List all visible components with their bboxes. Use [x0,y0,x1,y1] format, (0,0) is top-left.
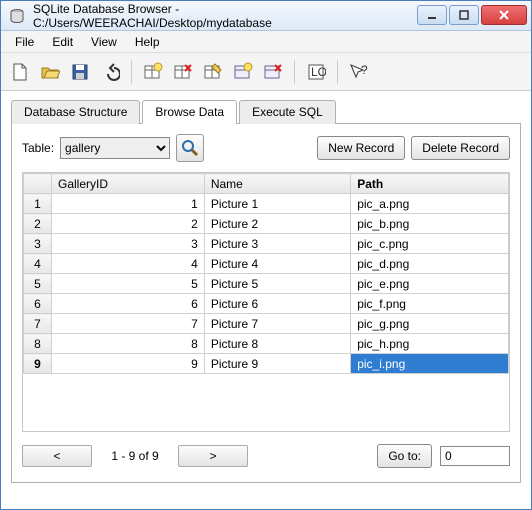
tab-browse[interactable]: Browse Data [142,100,237,124]
table-label: Table: [22,141,54,155]
tab-execute[interactable]: Execute SQL [239,100,336,124]
goto-input[interactable] [440,446,510,466]
open-file-icon[interactable] [37,59,63,85]
menu-edit[interactable]: Edit [44,33,81,51]
cell-path[interactable]: pic_f.png [351,294,509,314]
menu-file[interactable]: File [7,33,42,51]
table-row[interactable]: 22Picture 2pic_b.png [24,214,509,234]
col-name[interactable]: Name [204,174,350,194]
table-row[interactable]: 66Picture 6pic_f.png [24,294,509,314]
toolbar: LOG ? [1,53,531,91]
row-number[interactable]: 8 [24,334,52,354]
cell-name[interactable]: Picture 4 [204,254,350,274]
cell-path[interactable]: pic_e.png [351,274,509,294]
delete-table-icon[interactable] [170,59,196,85]
cell-name[interactable]: Picture 3 [204,234,350,254]
menu-help[interactable]: Help [127,33,168,51]
maximize-button[interactable] [449,5,479,25]
menubar: File Edit View Help [1,31,531,53]
cell-id[interactable]: 9 [52,354,205,374]
table-row[interactable]: 44Picture 4pic_d.png [24,254,509,274]
svg-text:?: ? [361,63,368,77]
cell-name[interactable]: Picture 2 [204,214,350,234]
cell-name[interactable]: Picture 6 [204,294,350,314]
close-button[interactable] [481,5,527,25]
save-icon[interactable] [67,59,93,85]
tab-structure[interactable]: Database Structure [11,100,140,124]
cell-path[interactable]: pic_a.png [351,194,509,214]
cell-name[interactable]: Picture 5 [204,274,350,294]
minimize-button[interactable] [417,5,447,25]
cell-id[interactable]: 8 [52,334,205,354]
cell-id[interactable]: 6 [52,294,205,314]
cell-id[interactable]: 5 [52,274,205,294]
cell-id[interactable]: 2 [52,214,205,234]
menu-view[interactable]: View [83,33,125,51]
row-number[interactable]: 2 [24,214,52,234]
table-row[interactable]: 33Picture 3pic_c.png [24,234,509,254]
table-row[interactable]: 77Picture 7pic_g.png [24,314,509,334]
cell-path[interactable]: pic_b.png [351,214,509,234]
cell-path[interactable]: pic_d.png [351,254,509,274]
create-table-icon[interactable] [140,59,166,85]
whatsthis-icon[interactable]: ? [346,59,372,85]
cell-name[interactable]: Picture 8 [204,334,350,354]
data-grid[interactable]: GalleryID Name Path 11Picture 1pic_a.png… [22,172,510,432]
cell-path[interactable]: pic_i.png [351,354,509,374]
tabs: Database Structure Browse Data Execute S… [11,99,521,124]
goto-button[interactable]: Go to: [377,444,432,468]
new-record-button[interactable]: New Record [317,136,405,160]
new-file-icon[interactable] [7,59,33,85]
row-number[interactable]: 3 [24,234,52,254]
cell-id[interactable]: 3 [52,234,205,254]
row-number[interactable]: 1 [24,194,52,214]
titlebar: SQLite Database Browser - C:/Users/WEERA… [1,1,531,31]
table-row[interactable]: 11Picture 1pic_a.png [24,194,509,214]
toolbar-separator-2 [294,60,295,84]
magnifier-icon [181,139,199,157]
prev-button[interactable]: < [22,445,92,467]
next-button[interactable]: > [178,445,248,467]
toolbar-separator [131,60,132,84]
cell-path[interactable]: pic_g.png [351,314,509,334]
app-icon [7,6,27,26]
cell-id[interactable]: 7 [52,314,205,334]
col-rownum[interactable] [24,174,52,194]
search-button[interactable] [176,134,204,162]
table-row[interactable]: 88Picture 8pic_h.png [24,334,509,354]
record-status: 1 - 9 of 9 [100,449,170,463]
cell-name[interactable]: Picture 7 [204,314,350,334]
delete-index-icon[interactable] [260,59,286,85]
col-galleryid[interactable]: GalleryID [52,174,205,194]
cell-id[interactable]: 4 [52,254,205,274]
log-icon[interactable]: LOG [303,59,329,85]
cell-name[interactable]: Picture 9 [204,354,350,374]
svg-text:LOG: LOG [311,65,326,79]
browse-pane: Table: gallery New Record Delete Record … [11,124,521,483]
cell-path[interactable]: pic_h.png [351,334,509,354]
undo-icon[interactable] [97,59,123,85]
toolbar-separator-3 [337,60,338,84]
row-number[interactable]: 4 [24,254,52,274]
cell-path[interactable]: pic_c.png [351,234,509,254]
table-row[interactable]: 99Picture 9pic_i.png [24,354,509,374]
col-path[interactable]: Path [351,174,509,194]
delete-record-button[interactable]: Delete Record [411,136,510,160]
create-index-icon[interactable] [230,59,256,85]
modify-table-icon[interactable] [200,59,226,85]
table-row[interactable]: 55Picture 5pic_e.png [24,274,509,294]
row-number[interactable]: 7 [24,314,52,334]
cell-id[interactable]: 1 [52,194,205,214]
table-select[interactable]: gallery [60,137,170,159]
row-number[interactable]: 9 [24,354,52,374]
row-number[interactable]: 6 [24,294,52,314]
cell-name[interactable]: Picture 1 [204,194,350,214]
row-number[interactable]: 5 [24,274,52,294]
window-title: SQLite Database Browser - C:/Users/WEERA… [33,2,415,30]
